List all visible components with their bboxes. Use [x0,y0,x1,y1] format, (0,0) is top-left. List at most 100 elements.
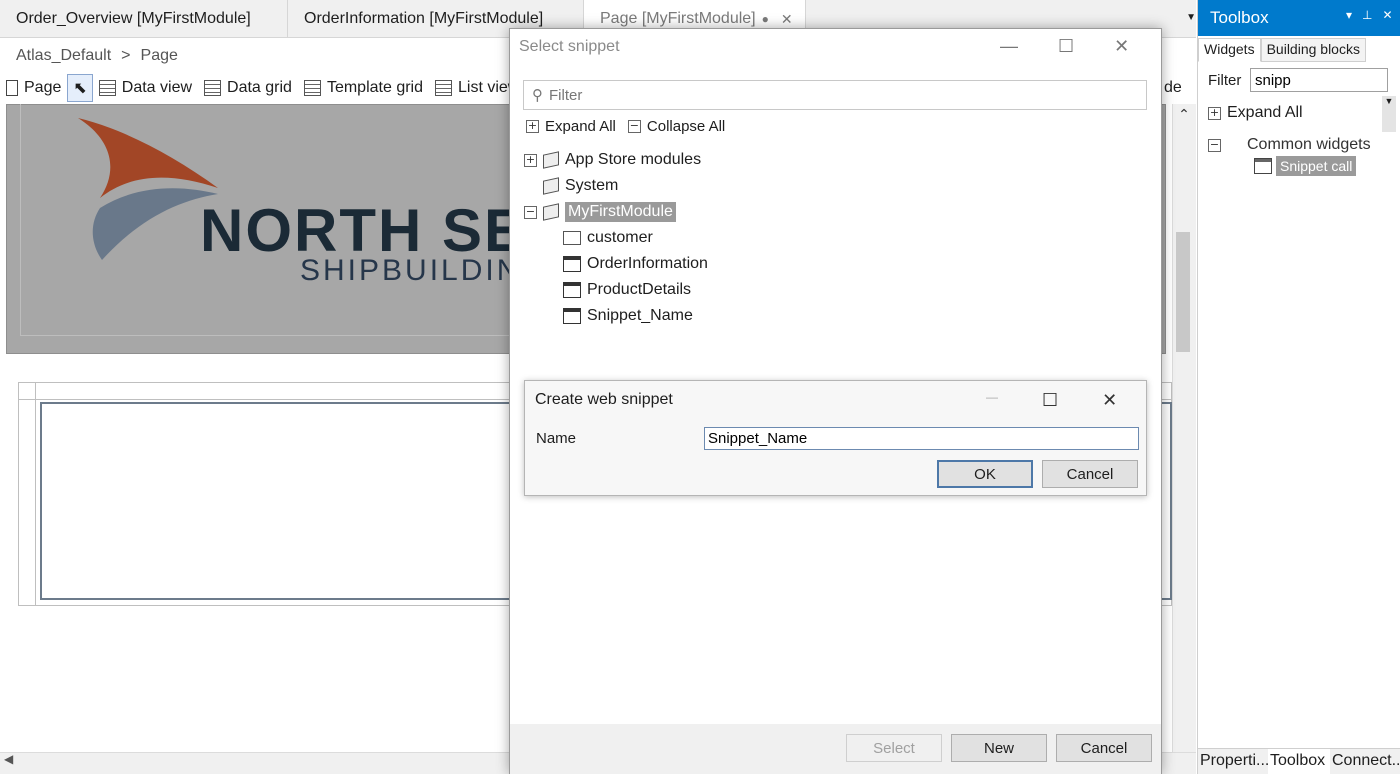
tree-node-snippet-name[interactable]: Snippet_Name [563,304,693,328]
tab-widgets[interactable]: Widgets [1198,38,1261,62]
toolbar-label: Template grid [326,79,423,96]
breadcrumb-page[interactable]: Page [141,47,178,65]
tab-building-blocks[interactable]: Building blocks [1260,38,1366,62]
minimize-icon[interactable]: — [986,390,998,411]
canvas-scroll-thumb[interactable] [1176,232,1190,352]
tree-node-app-store[interactable]: + App Store modules [524,148,701,172]
tab-label: OrderInformation [MyFirstModule] [304,10,544,27]
dialog-title: Create web snippet [535,391,673,408]
module-icon [543,151,559,169]
collapse-icon[interactable]: − [524,205,537,219]
category-label: Common widgets [1247,136,1371,153]
page-icon [6,80,18,96]
folder-icon [563,231,581,245]
tab-toolbox[interactable]: Toolbox [1268,749,1330,774]
tree-label: System [565,177,619,194]
tree-label: MyFirstModule [565,202,676,222]
tree-label: ProductDetails [587,281,692,298]
select-button[interactable]: Select [846,734,942,762]
expand-icon: + [526,119,539,133]
snippet-call-icon [1254,158,1272,174]
close-icon[interactable]: ✕ [1102,390,1117,411]
tab-connector[interactable]: Connect... [1330,749,1400,774]
expand-all-label: Expand All [1227,104,1303,121]
search-icon: ⚲ [532,87,543,104]
close-tab-icon[interactable]: ✕ [781,11,793,28]
expand-all-label: Expand All [545,118,616,135]
scroll-left-icon[interactable]: ◀ [4,752,13,766]
collapse-all-button[interactable]: − Collapse All [627,118,725,135]
toolbar-data-view-button[interactable]: Data view [93,74,198,102]
dialog-window-controls: — ☐ ✕ [1000,36,1129,57]
toolbox-expand-all-button[interactable]: + Expand All [1208,104,1303,122]
tree-node-order-information[interactable]: OrderInformation [563,252,708,276]
canvas-vertical-scrollbar[interactable] [1172,104,1196,752]
snippet-icon [563,256,581,272]
tab-properties[interactable]: Properti... [1198,749,1268,774]
close-icon[interactable]: ✕ [1114,36,1129,57]
module-icon [543,203,559,221]
snippet-tree: + App Store modules System − MyFirstModu… [516,146,1154,374]
filter-placeholder: Filter [549,86,583,104]
name-label: Name [536,430,577,447]
pin-icon[interactable]: ⊥ [1362,8,1372,22]
list-view-icon [435,80,452,96]
dialog-title: Select snippet [519,38,620,55]
toolbox-window-controls: ▾ ⊥ ✕ [1346,8,1393,22]
toolbox-title-label: Toolbox [1210,8,1269,27]
new-button[interactable]: New [951,734,1047,762]
toolbar-label: Page [24,79,62,96]
snippet-icon [563,308,581,324]
tree-label: App Store modules [565,151,702,168]
module-icon [543,177,559,195]
breadcrumb-separator: > [121,47,131,64]
ok-button[interactable]: OK [937,460,1033,488]
minimize-icon[interactable]: — [1000,36,1018,57]
scroll-up-icon[interactable]: ⌃ [1172,106,1196,123]
toolbox-item-snippet-call[interactable]: Snippet call [1254,156,1357,176]
close-icon[interactable]: ✕ [1382,8,1392,22]
cancel-button[interactable]: Cancel [1056,734,1152,762]
maximize-icon[interactable]: ☐ [1058,36,1074,57]
tab-label: Page [MyFirstModule] [600,10,756,27]
expand-all-button[interactable]: + Expand All [526,118,616,135]
expand-icon[interactable]: + [524,153,537,167]
tab-dropdown-icon[interactable]: ▼ [1186,12,1196,23]
breadcrumb: Atlas_Default > Page [16,45,178,67]
tree-node-system[interactable]: System [543,174,618,198]
pointer-tool-button[interactable]: ⬉ [67,74,93,102]
tree-label: OrderInformation [587,255,708,272]
tree-label: customer [587,229,653,246]
toolbar-label: Data grid [227,79,292,96]
toolbox-category-common-widgets[interactable]: − Common widgets [1208,136,1371,154]
snippet-icon [563,282,581,298]
unsaved-dot-icon: ● [761,12,769,26]
data-grid-icon [204,80,222,96]
toolbar-template-grid-button[interactable]: Template grid [298,74,429,102]
dialog-window-controls: — ☐ ✕ [986,390,1117,411]
snippet-name-input[interactable] [704,427,1139,450]
toolbox-scrollbar[interactable]: ▼ [1382,96,1396,132]
panel-bottom-tabs: Properti... Toolbox Connect... [1198,748,1400,774]
maximize-icon[interactable]: ☐ [1042,390,1058,411]
expand-icon: + [1208,105,1221,120]
toolbar-data-grid-button[interactable]: Data grid [198,74,298,102]
toolbar-page-button[interactable]: Page [0,74,67,102]
collapse-icon: − [627,119,641,133]
toolbox-filter-label: Filter [1208,72,1242,89]
tree-node-my-first-module[interactable]: − MyFirstModule [524,200,676,224]
tab-order-overview[interactable]: Order_Overview [MyFirstModule] [0,0,288,38]
tree-node-product-details[interactable]: ProductDetails [563,278,691,302]
toolbox-tabs: Widgets Building blocks [1198,38,1400,62]
cancel-button[interactable]: Cancel [1042,460,1138,488]
dropdown-icon[interactable]: ▾ [1346,8,1352,22]
tree-label: Snippet_Name [587,307,693,324]
toolbox-filter-input[interactable] [1250,68,1388,92]
tree-node-customer[interactable]: customer [563,226,653,250]
layout-grid-header-column [18,382,36,606]
snippet-filter-input[interactable]: ⚲ Filter [523,80,1147,110]
collapse-icon[interactable]: − [1208,138,1221,152]
breadcrumb-layout[interactable]: Atlas_Default [16,47,111,65]
toolbar-partial-item[interactable]: de [1158,74,1188,102]
pointer-icon: ⬉ [73,80,87,97]
